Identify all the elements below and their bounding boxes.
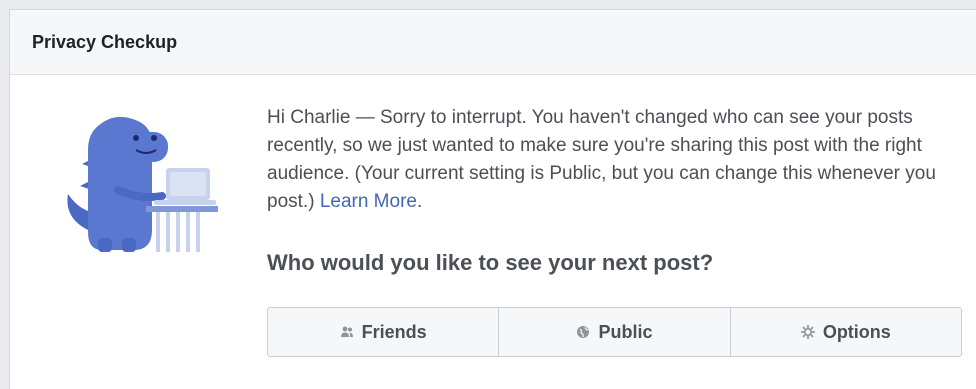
public-button-label: Public: [598, 321, 653, 342]
globe-icon: [576, 325, 590, 339]
dialog-header: Privacy Checkup: [10, 10, 976, 75]
learn-more-link[interactable]: Learn More: [320, 191, 417, 212]
audience-question: Who would you like to see your next post…: [267, 250, 714, 275]
privacy-checkup-dialog: Privacy Checkup Hi Charlie — Sorry to in…: [9, 9, 976, 389]
gear-icon: [800, 325, 815, 339]
audience-button-group: Friends Public Options: [267, 307, 962, 357]
public-button[interactable]: Public: [499, 308, 731, 356]
options-button[interactable]: Options: [731, 308, 961, 356]
privacy-message: Hi Charlie — Sorry to interrupt. You hav…: [267, 104, 967, 216]
privacy-message-trailing: .: [416, 191, 423, 212]
friends-button[interactable]: Friends: [268, 308, 500, 356]
friends-icon: [340, 325, 354, 339]
friends-button-label: Friends: [361, 321, 427, 342]
dialog-title: Privacy Checkup: [32, 31, 178, 52]
privacy-dinosaur-illustration: [58, 110, 228, 260]
options-button-label: Options: [822, 321, 891, 342]
